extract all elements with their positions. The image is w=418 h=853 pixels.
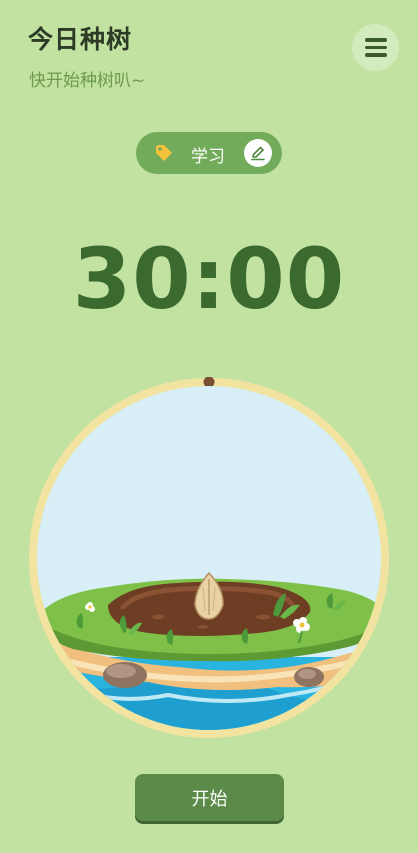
- hamburger-menu-icon: [364, 38, 387, 42]
- pencil-icon: [251, 146, 265, 161]
- progress-handle: [203, 377, 215, 388]
- timer-display: 30:00: [72, 230, 346, 328]
- edit-tag-button[interactable]: [244, 139, 272, 167]
- start-button[interactable]: 开始: [135, 774, 284, 821]
- seed-island-illustration: [29, 377, 389, 738]
- tag-selector[interactable]: 学习: [136, 132, 282, 174]
- tag-icon: [156, 145, 172, 161]
- page-title: 今日种树: [28, 25, 133, 54]
- menu-button[interactable]: [352, 24, 399, 71]
- page-subtitle: 快开始种树叭~: [29, 71, 146, 91]
- tag-label: 学习: [191, 147, 225, 167]
